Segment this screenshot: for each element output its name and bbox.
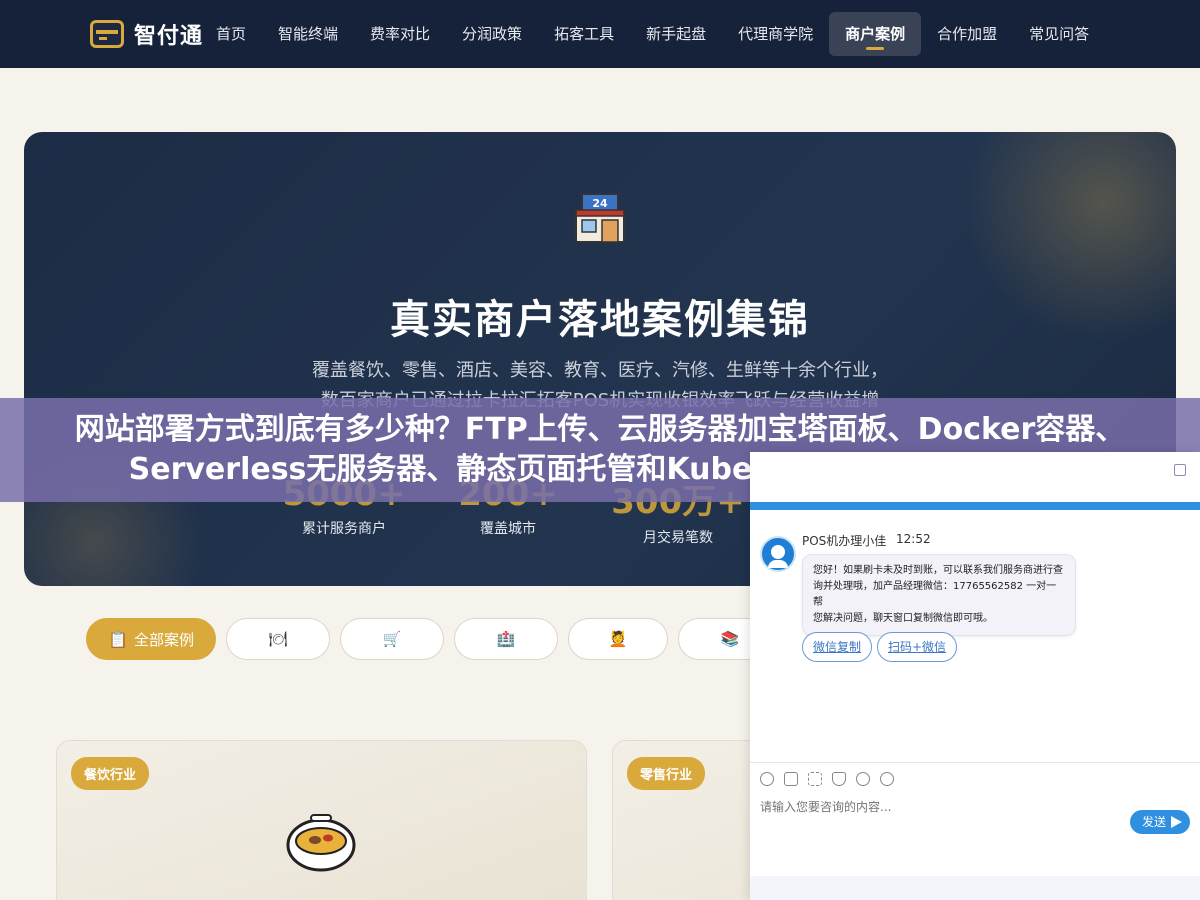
mute-icon[interactable] [856, 772, 870, 786]
agent-name: POS机办理小佳 [802, 534, 887, 548]
card-logo-icon [90, 20, 124, 48]
nav-item-cases[interactable]: 商户案例 [829, 12, 922, 56]
agent-message-bubble: 您好！如果刷卡未及时到账，可以联系我们服务商进行查 询并处理哦，加产品经理微信：… [802, 554, 1076, 636]
hero-title: 真实商户落地案例集锦 [390, 297, 810, 343]
wechat-icon[interactable] [880, 772, 894, 786]
emoji-icon[interactable] [760, 772, 774, 786]
hero-description-line1: 覆盖餐饮、零售、酒店、美容、教育、医疗、汽修、生鲜等十余个行业， [312, 360, 888, 381]
nav-links: 首页 智能终端 费率对比 分润政策 拓客工具 新手起盘 代理商学院 商户案例 合… [200, 12, 1105, 56]
nav-item-profit-policy[interactable]: 分润政策 [446, 12, 538, 56]
nav-item-tools[interactable]: 拓客工具 [538, 12, 630, 56]
chat-accent-bar [750, 502, 1200, 510]
screenshot-icon[interactable] [808, 772, 822, 786]
svg-text:24: 24 [592, 197, 608, 210]
case-filter-bar: 📋 全部案例 🍽 🛒 🏥 💆 📚 [86, 618, 792, 660]
nav-item-beginner[interactable]: 新手起盘 [630, 12, 722, 56]
books-icon: 📚 [720, 630, 740, 648]
filter-medical[interactable]: 🏥 [454, 618, 558, 660]
message-line: 您好！如果刷卡未及时到账，可以联系我们服务商进行查 [813, 565, 1063, 576]
message-time: 12:52 [896, 532, 931, 546]
beauty-icon: 💆 [608, 630, 628, 648]
filter-beauty[interactable]: 💆 [568, 618, 668, 660]
dining-icon: 🍽 [268, 630, 288, 648]
send-button[interactable]: 发送 [1130, 810, 1190, 834]
rating-icon[interactable] [832, 772, 846, 786]
scan-wechat-button[interactable]: 扫码+微信 [877, 632, 958, 662]
nav-item-home[interactable]: 首页 [200, 12, 262, 56]
industry-tag: 零售行业 [627, 757, 706, 790]
filter-all-cases[interactable]: 📋 全部案例 [86, 618, 216, 660]
food-bowl-icon [286, 814, 356, 872]
filter-all-label: 全部案例 [133, 630, 194, 649]
nav-item-join[interactable]: 合作加盟 [921, 12, 1013, 56]
copy-wechat-button[interactable]: 微信复制 [802, 632, 873, 662]
image-icon[interactable] [784, 772, 798, 786]
chat-message-input[interactable] [760, 800, 1120, 814]
hospital-icon: 🏥 [496, 630, 516, 648]
nav-item-academy[interactable]: 代理商学院 [722, 12, 829, 56]
maximize-icon[interactable] [1174, 464, 1186, 476]
stat-label: 累计服务商户 [302, 521, 386, 537]
case-card-dining[interactable]: 餐饮行业 [56, 740, 587, 900]
filter-dining[interactable]: 🍽 [226, 618, 330, 660]
send-label: 发送 [1142, 815, 1167, 829]
nav-item-rates[interactable]: 费率对比 [354, 12, 446, 56]
clipboard-icon: 📋 [108, 629, 128, 649]
message-line: 您解决问题，聊天窗口复制微信即可哦。 [813, 613, 993, 624]
chat-footer [750, 876, 1200, 900]
agent-avatar [760, 536, 796, 572]
stat-label: 覆盖城市 [480, 521, 536, 537]
message-line: 询并处理哦，加产品经理微信：17765562582 一对一帮 [813, 581, 1057, 608]
industry-tag: 餐饮行业 [71, 757, 150, 790]
cart-icon: 🛒 [382, 630, 402, 648]
nav-item-faq[interactable]: 常见问答 [1013, 12, 1105, 56]
top-nav: 智付通 首页 智能终端 费率对比 分润政策 拓客工具 新手起盘 代理商学院 商户… [0, 0, 1200, 68]
nav-item-terminals[interactable]: 智能终端 [262, 12, 354, 56]
stat-label: 月交易笔数 [643, 530, 713, 546]
brand-name: 智付通 [134, 24, 204, 49]
chat-header [750, 452, 1200, 502]
customer-service-chat: POS机办理小佳 12:52 您好！如果刷卡未及时到账，可以联系我们服务商进行查… [750, 452, 1200, 900]
filter-retail[interactable]: 🛒 [340, 618, 444, 660]
brand-logo[interactable]: 智付通 [90, 18, 203, 50]
send-arrow-icon [1171, 816, 1182, 828]
convenience-store-icon: 24 [575, 193, 625, 243]
chat-divider [750, 762, 1200, 763]
